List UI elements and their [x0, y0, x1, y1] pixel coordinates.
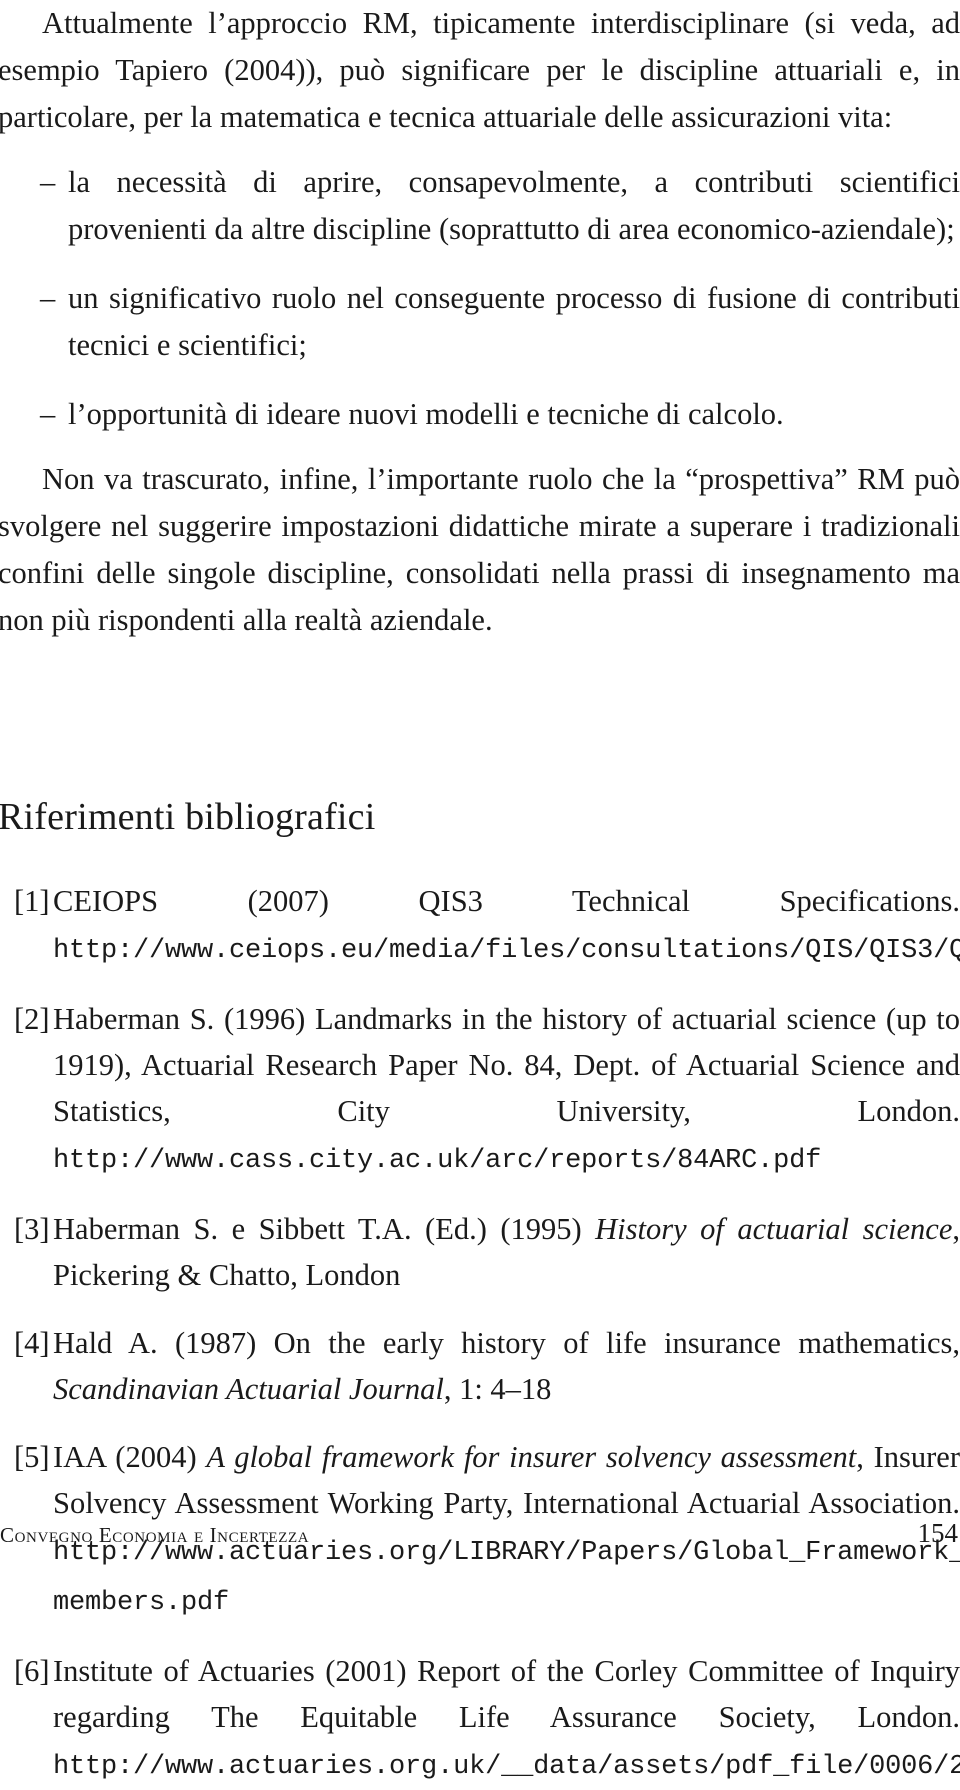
bibliography-entry-2: [2]Haberman S. (1996) Landmarks in the h… [0, 996, 960, 1184]
list-item: – l’opportunità di ideare nuovi modelli … [0, 391, 960, 438]
reference-number: [5] [14, 1434, 50, 1480]
document-page: Attualmente l’approccio RM, tipicamente … [0, 0, 960, 1566]
list-item-text: l’opportunità di ideare nuovi modelli e … [68, 397, 784, 431]
bibliography-entry-3: [3]Haberman S. e Sibbett T.A. (Ed.) (199… [0, 1206, 960, 1298]
list-item-text: un significativo ruolo nel conseguente p… [68, 281, 960, 362]
bibliography-list: [1]CEIOPS (2007) QIS3 Technical Specific… [0, 878, 960, 1790]
bullet-list: – la necessità di aprire, consapevolment… [0, 159, 960, 438]
dash-marker-icon: – [40, 391, 55, 438]
page-number: 154 [918, 1518, 960, 1549]
list-item-text: la necessità di aprire, consapevolmente,… [68, 165, 960, 246]
reference-text: Institute of Actuaries (2001) Report of … [53, 1654, 960, 1734]
bibliography-heading: Riferimenti bibliografici [0, 794, 960, 840]
reference-number: [4] [14, 1320, 50, 1366]
reference-text-before: Haberman S. e Sibbett T.A. (Ed.) (1995) [53, 1212, 595, 1246]
reference-number: [6] [14, 1648, 50, 1694]
reference-number: [3] [14, 1206, 50, 1252]
reference-text-after: , 1: 4–18 [444, 1372, 552, 1406]
bibliography-entry-4: [4]Hald A. (1987) On the early history o… [0, 1320, 960, 1412]
bibliography-entry-6: [6]Institute of Actuaries (2001) Report … [0, 1648, 960, 1790]
spacer [0, 644, 960, 794]
page-footer: Convegno Economia e Incertezza 154 [0, 1518, 960, 1552]
reference-text-before: Hald A. (1987) On the early history of l… [53, 1326, 960, 1360]
running-head: Convegno Economia e Incertezza [0, 1523, 309, 1548]
reference-text: CEIOPS (2007) QIS3 Technical Specificati… [53, 884, 960, 918]
spacer [0, 438, 960, 456]
reference-title-italic: History of actuarial science [595, 1212, 952, 1246]
list-item: – un significativo ruolo nel conseguente… [0, 275, 960, 369]
reference-url[interactable]: http://www.actuaries.org.uk/__data/asset… [53, 1752, 960, 1782]
reference-title-italic: Scandinavian Actuarial Journal [53, 1372, 444, 1406]
intro-paragraph: Attualmente l’approccio RM, tipicamente … [0, 0, 960, 141]
reference-text: Haberman S. (1996) Landmarks in the hist… [53, 1002, 960, 1128]
dash-marker-icon: – [40, 275, 55, 322]
spacer [0, 141, 960, 159]
reference-title-italic: A global framework for insurer solvency … [206, 1440, 856, 1474]
bibliography-entry-1: [1]CEIOPS (2007) QIS3 Technical Specific… [0, 878, 960, 974]
list-item: – la necessità di aprire, consapevolment… [0, 159, 960, 253]
closing-paragraph: Non va trascurato, infine, l’importante … [0, 456, 960, 644]
spacer [0, 840, 960, 878]
reference-url[interactable]: http://www.cass.city.ac.uk/arc/reports/8… [53, 1146, 821, 1176]
reference-number: [2] [14, 996, 50, 1042]
reference-text-before: IAA (2004) [53, 1440, 206, 1474]
reference-url[interactable]: http://www.ceiops.eu/media/files/consult… [53, 936, 960, 966]
reference-number: [1] [14, 878, 50, 924]
dash-marker-icon: – [40, 159, 55, 206]
